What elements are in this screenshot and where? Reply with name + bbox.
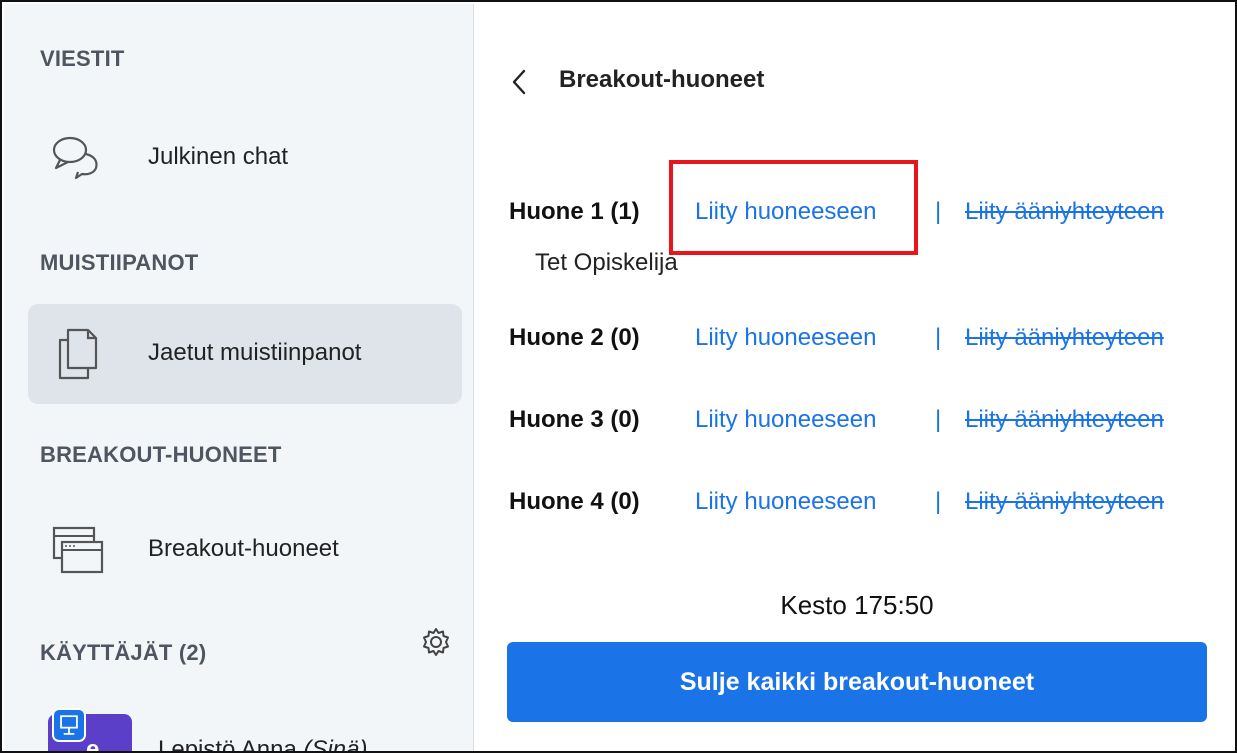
sidebar-item-label: Julkinen chat — [148, 143, 289, 170]
user-name: Lepistö Anna (Sinä) — [158, 736, 368, 753]
section-title-messages: VIESTIT — [40, 46, 125, 71]
sidebar-item-public-chat[interactable]: Julkinen chat — [28, 108, 462, 208]
room-name: Huone 1 (1) — [509, 198, 640, 225]
separator: | — [935, 406, 942, 433]
join-audio-link[interactable]: Liity ääniyhteyteen — [965, 406, 1164, 434]
section-title-notes: MUISTIIPANOT — [40, 250, 199, 275]
separator: | — [935, 488, 942, 515]
separator: | — [935, 324, 942, 351]
section-title-users: KÄYTTÄJÄT (2) — [40, 640, 207, 665]
join-room-link[interactable]: Liity huoneeseen — [695, 324, 876, 352]
join-room-link[interactable]: Liity huoneeseen — [695, 406, 876, 434]
join-audio-link[interactable]: Liity ääniyhteyteen — [965, 324, 1164, 352]
join-room-link[interactable]: Liity huoneeseen — [695, 488, 876, 516]
app-frame: VIESTIT Julkinen chat MUISTIIPANOT Jaetu… — [0, 0, 1237, 753]
sidebar: VIESTIT Julkinen chat MUISTIIPANOT Jaetu… — [4, 4, 474, 753]
join-audio-link[interactable]: Liity ääniyhteyteen — [965, 488, 1164, 516]
separator: | — [935, 198, 942, 225]
room-name: Huone 4 (0) — [509, 488, 640, 515]
avatar-initial: e — [86, 736, 100, 753]
breakout-panel: Breakout-huoneet Huone 1 (1) Liity huone… — [475, 4, 1235, 751]
close-all-breakouts-button[interactable]: Sulje kaikki breakout-huoneet — [507, 642, 1207, 722]
sidebar-item-label: Breakout-huoneet — [148, 535, 339, 562]
presenter-icon — [52, 708, 86, 742]
sidebar-item-shared-notes[interactable]: Jaetut muistiinpanot — [28, 304, 462, 404]
sidebar-item-breakout-rooms[interactable]: Breakout-huoneet — [28, 500, 462, 600]
join-audio-link[interactable]: Liity ääniyhteyteen — [965, 198, 1164, 226]
user-name-text: Lepistö Anna — [158, 736, 297, 753]
section-title-breakouts: BREAKOUT-HUONEET — [40, 442, 282, 467]
windows-icon — [52, 526, 104, 574]
sidebar-item-label: Jaetut muistiinpanot — [148, 339, 362, 366]
gear-icon[interactable] — [420, 626, 452, 658]
panel-title: Breakout-huoneet — [559, 66, 765, 93]
room-name: Huone 3 (0) — [509, 406, 640, 433]
chat-bubbles-icon — [52, 136, 98, 180]
duration-label: Kesto 175:50 — [780, 590, 934, 620]
user-list-item[interactable]: e Lepistö Anna (Sinä) — [48, 708, 468, 753]
room-member: Tet Opiskelija — [535, 249, 678, 276]
user-self-tag: (Sinä) — [303, 736, 368, 753]
join-room-link[interactable]: Liity huoneeseen — [695, 198, 876, 226]
room-name: Huone 2 (0) — [509, 324, 640, 351]
chevron-left-icon — [512, 69, 526, 95]
documents-icon — [58, 328, 98, 380]
